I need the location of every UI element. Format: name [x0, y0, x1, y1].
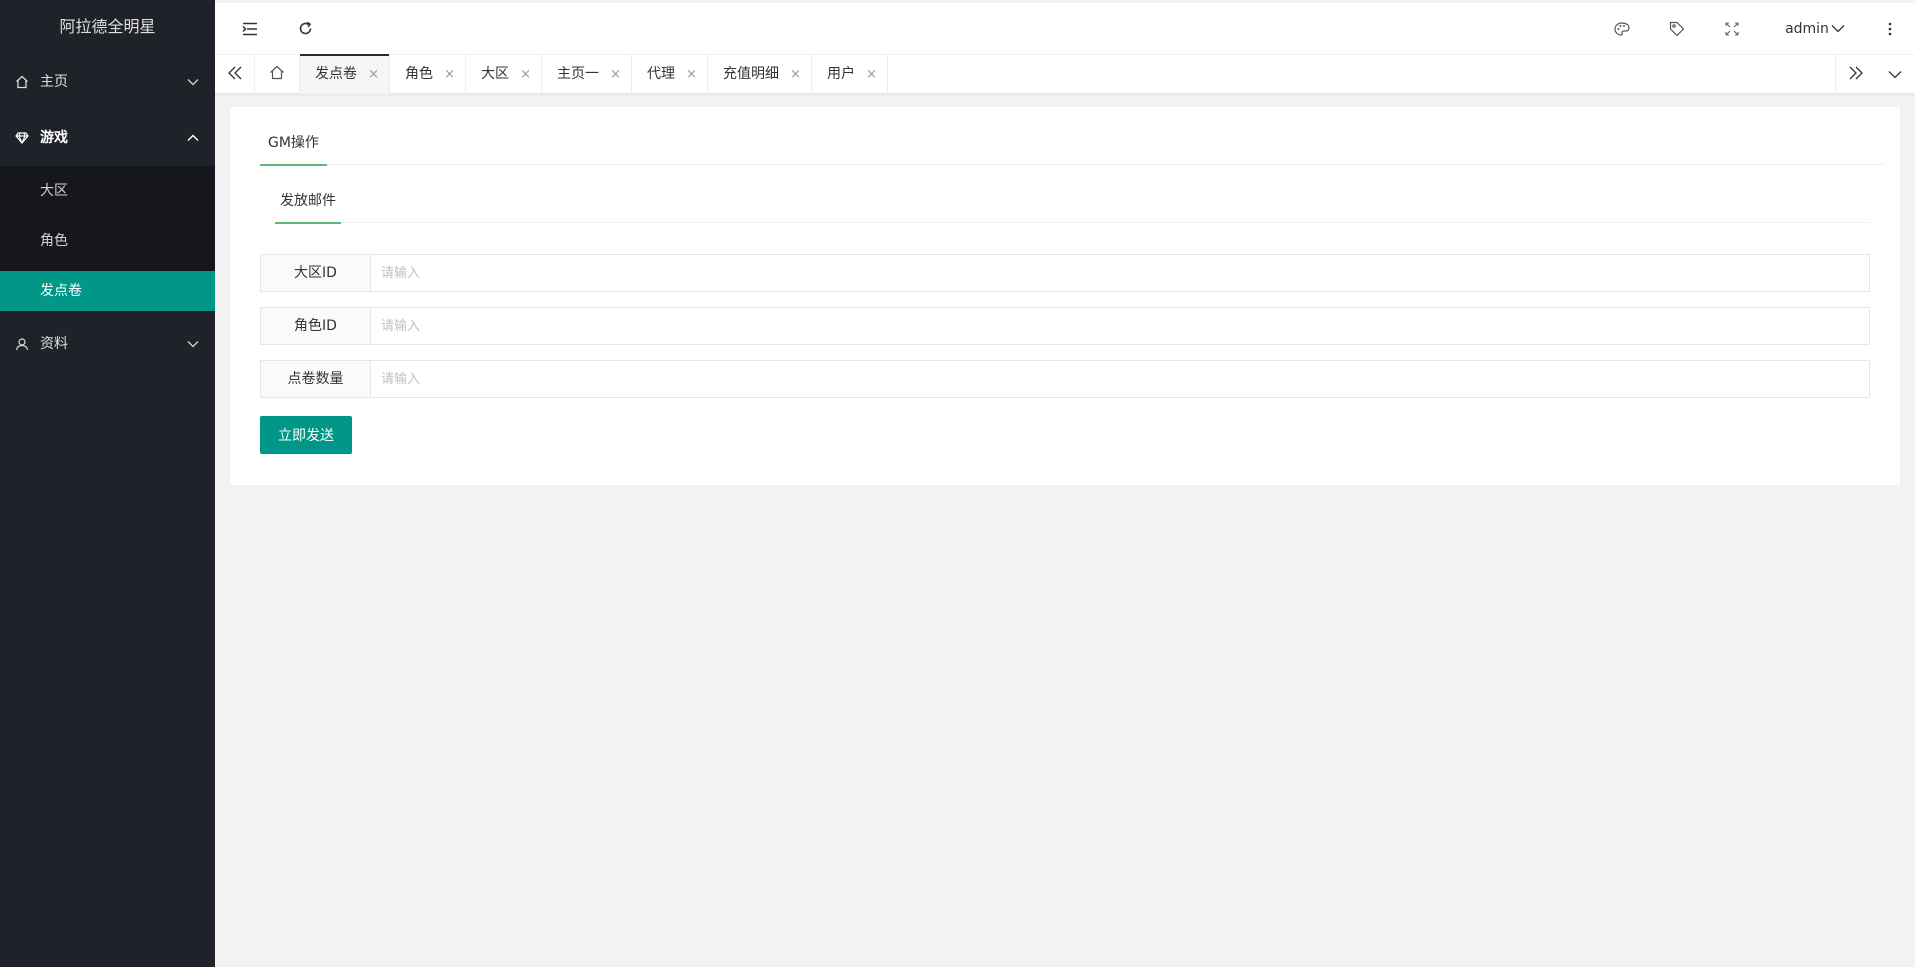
- top-header: admin: [215, 0, 1915, 54]
- diamond-icon: [14, 110, 30, 166]
- tab-user[interactable]: 用户 ×: [812, 55, 888, 94]
- tab-role[interactable]: 角色 ×: [390, 55, 466, 94]
- points-amount-label: 点卷数量: [260, 360, 370, 398]
- sidebar-item-label: 资料: [40, 336, 68, 352]
- username-label: admin: [1785, 20, 1829, 37]
- more-icon: [1888, 22, 1892, 36]
- chevron-up-icon: [187, 110, 199, 166]
- tab-home[interactable]: [255, 55, 300, 94]
- tab-label: 代理: [647, 66, 675, 82]
- tab-home-one[interactable]: 主页一 ×: [542, 55, 632, 94]
- outer-tab-bar: GM操作: [260, 121, 1885, 166]
- sidebar-item-label: 主页: [40, 74, 68, 90]
- close-icon[interactable]: ×: [686, 55, 697, 94]
- tab-region[interactable]: 大区 ×: [466, 55, 542, 94]
- points-amount-input[interactable]: [370, 360, 1870, 398]
- tab-label: 发点卷: [315, 66, 357, 82]
- close-icon[interactable]: ×: [368, 55, 379, 94]
- tab-label: 大区: [481, 66, 509, 82]
- tabs-scroll-left-button[interactable]: [215, 55, 255, 94]
- tab-recharge-detail[interactable]: 充值明细 ×: [708, 55, 812, 94]
- role-id-label: 角色ID: [260, 307, 370, 345]
- double-chevron-left-icon: [227, 66, 243, 84]
- user-icon: [14, 316, 30, 372]
- tag-icon: [1669, 21, 1685, 37]
- sidebar-subnav-game: 大区 角色 发点卷: [0, 166, 215, 311]
- tabs-scroll-right-button[interactable]: [1835, 55, 1875, 94]
- content-card: GM操作 发放邮件 大区ID 角色ID 点卷数量 立即发送: [230, 107, 1900, 485]
- fullscreen-button[interactable]: [1717, 3, 1747, 54]
- double-chevron-right-icon: [1848, 66, 1864, 84]
- chevron-down-icon: [187, 316, 199, 372]
- tab-label: 用户: [827, 66, 855, 82]
- role-id-input[interactable]: [370, 307, 1870, 345]
- close-icon[interactable]: ×: [520, 55, 531, 94]
- more-button[interactable]: [1875, 3, 1905, 54]
- sidebar-subitem-send-points[interactable]: 发点卷: [0, 271, 215, 311]
- menu-fold-icon: [242, 22, 258, 36]
- form-row-role-id: 角色ID: [260, 307, 1870, 345]
- chevron-down-icon: [1831, 24, 1845, 33]
- sidebar-item-profile[interactable]: 资料: [0, 316, 215, 372]
- tab-gm-operation[interactable]: GM操作: [260, 121, 327, 166]
- tab-list: 发点卷 × 角色 × 大区 × 主页一 × 代理 × 充值明细 × 用户 ×: [255, 54, 888, 94]
- tabs-dropdown-button[interactable]: [1875, 55, 1915, 94]
- sidebar-subitem-region[interactable]: 大区: [0, 166, 215, 216]
- home-icon: [14, 54, 30, 110]
- close-icon[interactable]: ×: [610, 55, 621, 94]
- sidebar-item-home[interactable]: 主页: [0, 54, 215, 110]
- fullscreen-icon: [1725, 21, 1739, 36]
- inner-tab-bar: 发放邮件: [275, 179, 1870, 224]
- menu-fold-button[interactable]: [235, 3, 265, 54]
- tab-agent[interactable]: 代理 ×: [632, 55, 708, 94]
- sidebar-item-label: 游戏: [40, 130, 68, 146]
- tab-label: 主页一: [557, 66, 599, 82]
- close-icon[interactable]: ×: [790, 55, 801, 94]
- tab-label: 角色: [405, 66, 433, 82]
- form-row-points-amount: 点卷数量: [260, 360, 1870, 398]
- app-logo-title[interactable]: 阿拉德全明星: [0, 0, 215, 54]
- tab-send-mail[interactable]: 发放邮件: [275, 179, 341, 224]
- chevron-down-icon: [1888, 67, 1902, 83]
- region-id-label: 大区ID: [260, 254, 370, 292]
- refresh-button[interactable]: [290, 3, 320, 54]
- region-id-input[interactable]: [370, 254, 1870, 292]
- send-now-button[interactable]: 立即发送: [260, 416, 352, 454]
- tab-label: 充值明细: [723, 66, 779, 82]
- theme-button[interactable]: [1607, 3, 1637, 54]
- tab-send-points[interactable]: 发点卷 ×: [300, 54, 390, 94]
- home-icon: [269, 65, 285, 84]
- user-menu[interactable]: admin: [1780, 3, 1850, 54]
- theme-palette-icon: [1614, 21, 1630, 36]
- tag-button[interactable]: [1662, 3, 1692, 54]
- sidebar: 阿拉德全明星 主页 游戏 大区 角色 发点卷 资料: [0, 0, 215, 967]
- page-tabs-bar: 发点卷 × 角色 × 大区 × 主页一 × 代理 × 充值明细 × 用户 ×: [215, 54, 1915, 94]
- form-row-region-id: 大区ID: [260, 254, 1870, 292]
- sidebar-item-game[interactable]: 游戏: [0, 110, 215, 166]
- chevron-down-icon: [187, 54, 199, 110]
- close-icon[interactable]: ×: [866, 55, 877, 94]
- close-icon[interactable]: ×: [444, 55, 455, 94]
- refresh-icon: [298, 21, 313, 36]
- sidebar-subitem-role[interactable]: 角色: [0, 216, 215, 266]
